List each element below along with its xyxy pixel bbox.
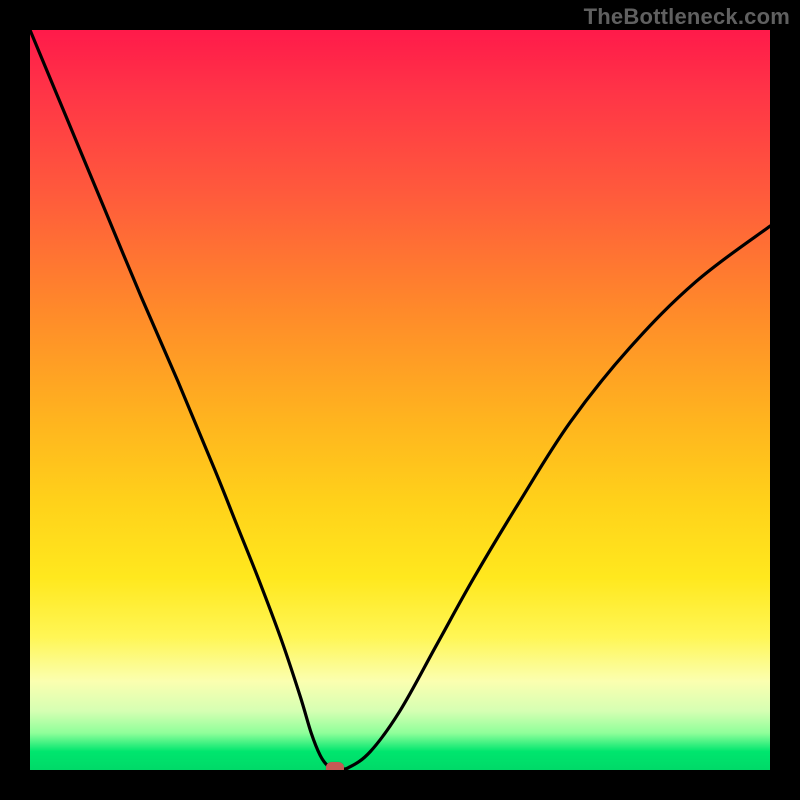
chart-frame: TheBottleneck.com	[0, 0, 800, 800]
watermark-text: TheBottleneck.com	[584, 4, 790, 30]
optimal-point-marker	[326, 762, 344, 770]
plot-area	[30, 30, 770, 770]
bottleneck-curve	[30, 30, 770, 770]
